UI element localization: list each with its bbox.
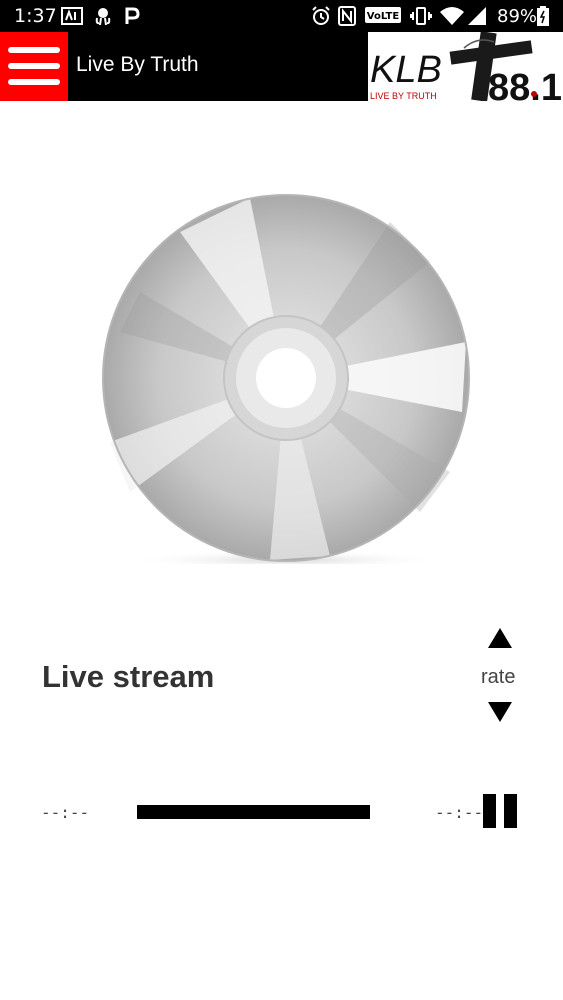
station-logo: KLB 88.1 LIVE BY TRUTH [368,32,563,101]
octopus-icon [94,6,112,31]
triangle-up-icon [488,628,512,648]
battery-percent: 89% [497,6,538,27]
menu-button[interactable] [0,32,68,101]
cd-icon [102,194,470,570]
signal-icon [467,6,487,31]
app-icon [61,6,83,31]
progress-bar[interactable] [137,805,370,819]
track-title: Live stream [42,659,215,694]
status-time: 1:37 [14,5,57,27]
rate-down-button[interactable] [486,700,514,724]
time-elapsed: --:-- [41,803,90,822]
volte-icon: VoLTE [365,6,401,29]
alarm-icon [311,6,331,31]
album-art-cd [100,192,472,570]
logo-number: 88.1 [488,67,562,101]
logo-text: KLB [370,49,442,91]
pause-icon [483,794,517,828]
vibrate-icon [410,6,432,31]
rate-up-button[interactable] [486,626,514,650]
rate-label: rate [481,666,516,688]
svg-text:VoLTE: VoLTE [367,11,400,22]
time-remaining: --:-- [435,803,484,822]
status-bar: 1:37 VoLTE 89% [0,0,563,32]
nfc-icon [338,6,356,31]
app-title: Live By Truth [76,53,199,76]
p-icon [124,6,140,31]
app-bar: Live By Truth KLB 88.1 LIVE BY TRUTH [0,32,563,101]
pause-button[interactable] [483,794,519,828]
triangle-down-icon [488,702,512,722]
battery-icon [537,6,549,31]
wifi-icon [439,6,465,31]
logo-tagline: LIVE BY TRUTH [370,91,437,101]
